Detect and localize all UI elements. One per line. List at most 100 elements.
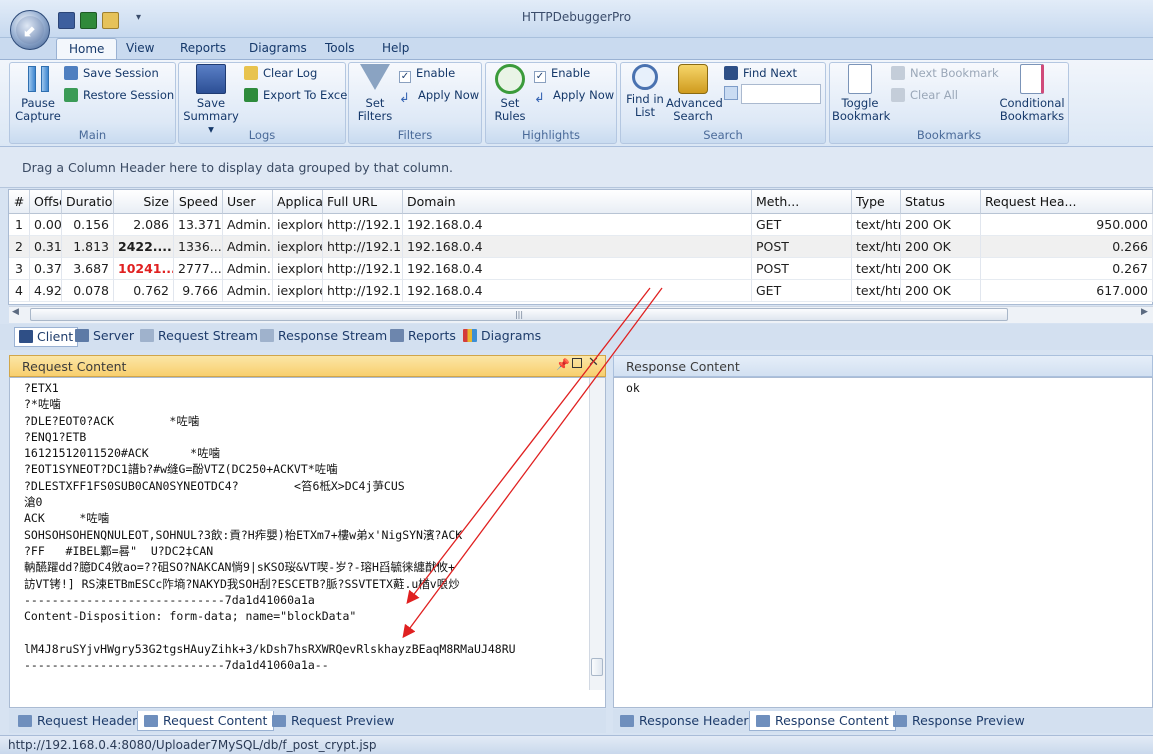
search-options-icon[interactable] (724, 86, 738, 100)
tab-diagrams-view[interactable]: Diagrams (463, 327, 541, 347)
column-header-type[interactable]: Type (852, 190, 901, 214)
set-rules-label: Set Rules (494, 96, 526, 123)
table-cell-type: text/html;ch... (852, 214, 901, 236)
column-header-request-headers[interactable]: Request Hea... (981, 190, 1153, 214)
tab-response-stream-label: Response Stream (278, 328, 388, 343)
advanced-search-button[interactable]: Advanced Search (666, 64, 723, 123)
column-header-num[interactable]: # (9, 190, 30, 214)
clear-all-bookmarks-button[interactable]: Clear All (891, 86, 958, 104)
tab-tools[interactable]: Tools (313, 38, 367, 60)
restore-session-button[interactable]: Restore Session (64, 86, 174, 104)
clear-log-button[interactable]: Clear Log (244, 64, 317, 82)
pause-capture-button[interactable]: Pause Capture (14, 64, 62, 123)
column-header-user[interactable]: User (223, 190, 273, 214)
response-body-text: ok (626, 381, 640, 395)
column-header-status[interactable]: Status (901, 190, 981, 214)
column-header-duration[interactable]: Duration (62, 190, 114, 214)
tab-request-content-label: Request Content (163, 713, 268, 728)
pin-icon[interactable]: 📌 (556, 358, 570, 371)
next-bookmark-label: Next Bookmark (910, 66, 999, 80)
advanced-search-label: Advanced Search (666, 96, 723, 123)
response-content-title-text: Response Content (626, 359, 740, 374)
column-header-offset[interactable]: Offset (30, 190, 62, 214)
tab-help[interactable]: Help (370, 38, 421, 60)
tab-reports-view[interactable]: Reports (390, 327, 456, 347)
export-to-excel-button[interactable]: Export To Excel (244, 86, 351, 104)
tab-client-label: Client (37, 329, 74, 344)
group-highlights-label: Highlights (522, 128, 580, 142)
tab-response-preview[interactable]: Response Preview (887, 711, 1031, 731)
tab-home[interactable]: Home (56, 38, 118, 60)
column-header-application[interactable]: Application (273, 190, 323, 214)
tab-request-content[interactable]: Request Content (137, 711, 275, 731)
filters-enable-checkbox[interactable]: ✓ Enable (399, 64, 455, 83)
tab-request-preview[interactable]: Request Preview (266, 711, 400, 731)
column-header-method[interactable]: Meth... (752, 190, 852, 214)
column-header-domain[interactable]: Domain (403, 190, 752, 214)
highlights-enable-checkbox[interactable]: ✓ Enable (534, 64, 590, 83)
tab-request-header[interactable]: Request Header (12, 711, 143, 731)
tab-view[interactable]: View (114, 38, 166, 60)
tab-response-content[interactable]: Response Content (749, 711, 896, 731)
tab-request-stream[interactable]: Request Stream (140, 327, 258, 347)
find-in-list-button[interactable]: Find in List (624, 64, 666, 119)
maximize-icon[interactable] (572, 358, 582, 368)
table-cell-duration: 3.687 (62, 258, 114, 280)
save-summary-label: Save Summary ▾ (183, 96, 239, 136)
tab-diagrams[interactable]: Diagrams (237, 38, 319, 60)
request-vertical-scrollbar[interactable] (589, 378, 605, 690)
toggle-bookmark-button[interactable]: Toggle Bookmark (832, 64, 890, 123)
floppy-disk-icon (196, 64, 226, 94)
filters-apply-now-button[interactable]: ↲ Apply Now (399, 86, 479, 105)
grid-scroll-thumb[interactable]: ||| (30, 308, 1008, 321)
save-summary-button[interactable]: Save Summary ▾ (182, 64, 240, 136)
highlights-apply-now-button[interactable]: ↲ Apply Now (534, 86, 614, 106)
next-bookmark-icon (891, 66, 905, 80)
table-cell-num: 3 (9, 258, 30, 280)
tab-response-header[interactable]: Response Header (614, 711, 755, 731)
apply-arrow-icon: ↲ (534, 91, 545, 106)
tab-server[interactable]: Server (75, 327, 134, 347)
broom-icon (244, 66, 258, 80)
bar-chart-icon (463, 329, 477, 342)
close-icon[interactable]: ✕ (588, 355, 599, 370)
response-preview-icon (893, 715, 907, 727)
tab-reports[interactable]: Reports (168, 38, 238, 60)
scroll-right-icon[interactable]: ▶ (1141, 307, 1148, 317)
request-content-icon (144, 715, 158, 727)
request-content-line: SOHSOHSOHENQNULEOT,SOHNUL?3飲:貢?H痄嬰)枱ETXm… (24, 527, 463, 542)
grouping-hint: Drag a Column Header here to display dat… (22, 160, 453, 175)
status-bar: http://192.168.0.4:8080/Uploader7MySQL/d… (0, 735, 1153, 754)
set-filters-button[interactable]: Set Filters (354, 64, 396, 123)
response-content-body[interactable]: ok (613, 377, 1153, 708)
status-bar-url: http://192.168.0.4:8080/Uploader7MySQL/d… (8, 738, 377, 752)
scroll-left-icon[interactable]: ◀ (12, 307, 19, 317)
column-header-size[interactable]: Size (114, 190, 174, 214)
tab-client[interactable]: Client (14, 327, 79, 347)
column-header-speed[interactable]: Speed (174, 190, 223, 214)
search-input[interactable] (741, 84, 821, 104)
tab-response-stream[interactable]: Response Stream (260, 327, 387, 347)
column-header-full-url[interactable]: Full URL (323, 190, 403, 214)
request-preview-icon (272, 715, 286, 727)
request-content-line: ?FF #IBEL鄴=晷" U?DC2‡CAN (24, 543, 214, 558)
table-cell-type: text/html;ch... (852, 258, 901, 280)
table-cell-num: 1 (9, 214, 30, 236)
table-cell-duration: 0.078 (62, 280, 114, 302)
group-search-label: Search (703, 128, 743, 142)
conditional-bookmarks-button[interactable]: Conditional Bookmarks (996, 64, 1068, 123)
table-cell-user: Admin... (223, 280, 273, 302)
table-cell-offset: 0.312 (30, 236, 62, 258)
next-bookmark-button[interactable]: Next Bookmark (891, 64, 999, 82)
request-scroll-thumb[interactable] (591, 658, 603, 676)
find-next-button[interactable]: Find Next (724, 64, 797, 82)
table-cell-domain: 192.168.0.4 (403, 258, 752, 280)
group-bookmarks-label: Bookmarks (916, 128, 982, 142)
application-menu-button[interactable]: ⬋ (10, 10, 50, 50)
save-session-button[interactable]: Save Session (64, 64, 159, 82)
set-rules-button[interactable]: Set Rules (490, 64, 530, 123)
request-content-body[interactable]: ?ETX1 ?*咗噛 ?DLE?EOT0?ACK *咗噛 ?ENQ1?ETB 16121… (9, 377, 606, 708)
tab-reports-label: Reports (408, 328, 456, 343)
table-cell-user: Admin... (223, 214, 273, 236)
table-cell-size: 10241... (114, 258, 174, 280)
